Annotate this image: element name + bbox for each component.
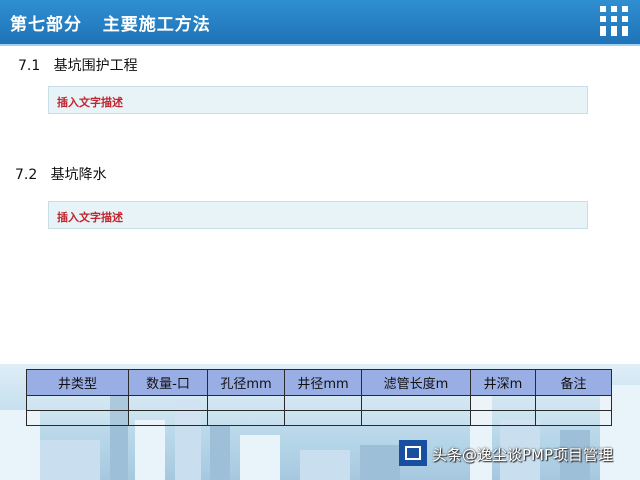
column-header-remarks: 备注 [535,369,612,396]
table-cell[interactable] [26,410,129,426]
table-row [26,395,612,411]
description-placeholder: 插入文字描述 [57,96,123,109]
table-cell[interactable] [128,395,208,411]
page-title: 第七部分 主要施工方法 [10,15,211,35]
table-cell[interactable] [26,395,129,411]
section-heading: 基坑围护工程 [53,58,138,74]
well-table: 井类型 数量-口 孔径mm 井径mm 滤管长度m 井深m 备注 [26,369,612,426]
table-cell[interactable] [361,410,471,426]
table-cell[interactable] [284,410,362,426]
header-bar: 第七部分 主要施工方法 [0,0,640,44]
description-box-7-1[interactable]: 插入文字描述 [48,86,588,114]
table-cell[interactable] [470,410,536,426]
table-cell[interactable] [361,395,471,411]
grid-logo-icon [600,6,628,36]
table-header-row: 井类型 数量-口 孔径mm 井径mm 滤管长度m 井深m 备注 [26,369,612,396]
cscec-logo-icon [399,440,427,466]
watermark-text: 头条@逸尘谈PMP项目管理 [432,446,614,464]
section-number: 7.2 [15,167,38,183]
header-divider [0,44,640,46]
section-number: 7.1 [18,58,41,74]
column-header-filter-length: 滤管长度m [361,369,471,396]
table-cell[interactable] [535,395,612,411]
column-header-well-depth: 井深m [470,369,536,396]
column-header-well-diameter: 井径mm [284,369,362,396]
column-header-hole-diameter: 孔径mm [207,369,285,396]
section-heading: 基坑降水 [50,167,107,183]
column-header-quantity: 数量-口 [128,369,208,396]
table-cell[interactable] [284,395,362,411]
table-cell[interactable] [207,410,285,426]
table-cell[interactable] [535,410,612,426]
section-title-7-1: 7.1 基坑围护工程 [18,55,138,75]
description-placeholder: 插入文字描述 [57,211,123,224]
section-title-7-2: 7.2 基坑降水 [15,164,107,184]
table-row [26,410,612,426]
table-cell[interactable] [128,410,208,426]
table-cell[interactable] [470,395,536,411]
table-cell[interactable] [207,395,285,411]
description-box-7-2[interactable]: 插入文字描述 [48,201,588,229]
column-header-well-type: 井类型 [26,369,129,396]
